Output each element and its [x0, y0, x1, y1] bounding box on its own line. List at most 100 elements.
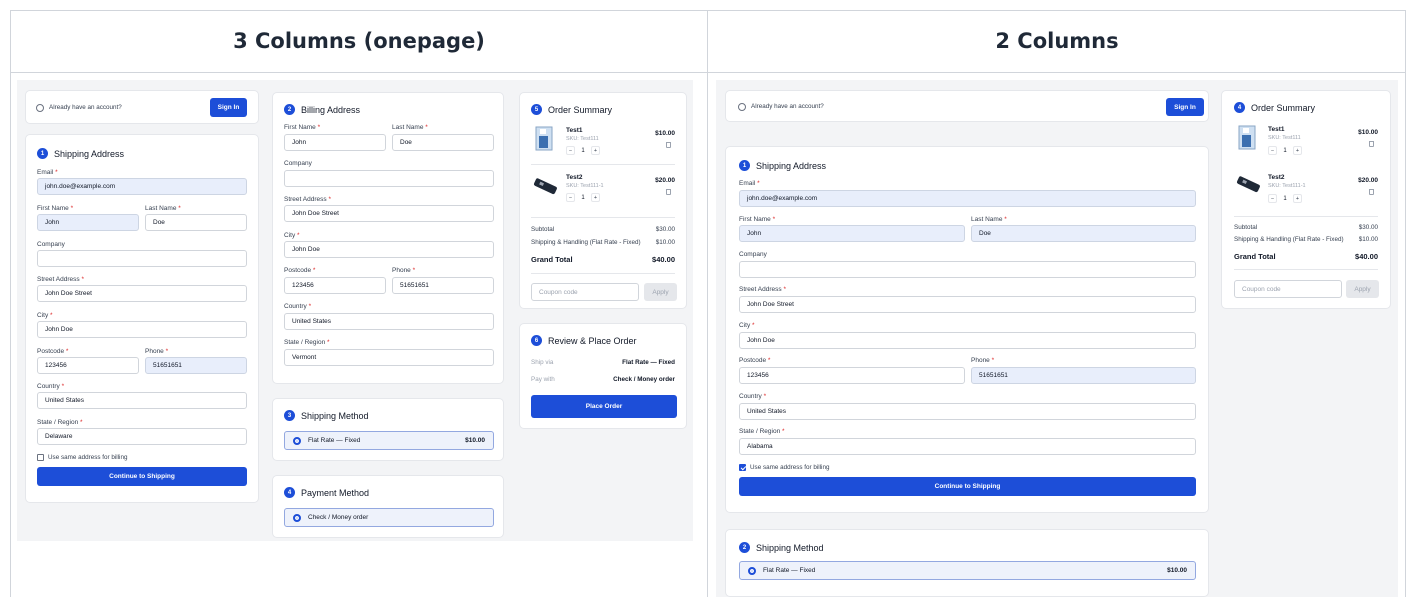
- continue-shipping-button[interactable]: Continue to Shipping: [739, 477, 1196, 496]
- region-select[interactable]: Alabama: [739, 438, 1196, 455]
- subtotal-label: Subtotal: [531, 226, 555, 233]
- country-select[interactable]: United States: [37, 392, 247, 409]
- apply-coupon-button[interactable]: Apply: [644, 283, 677, 301]
- qty-plus-button[interactable]: +: [1293, 194, 1302, 203]
- shipping-address-card: 1 Shipping Address Email * john.doe@examp…: [25, 134, 259, 503]
- billing-first-field[interactable]: John: [284, 134, 386, 151]
- first-name-field[interactable]: John: [37, 214, 139, 231]
- product-thumbnail-test2: [533, 178, 557, 195]
- street-field[interactable]: John Doe Street: [37, 285, 247, 302]
- trash-icon[interactable]: [1369, 189, 1374, 195]
- street-field[interactable]: John Doe Street: [739, 296, 1196, 313]
- user-icon: [36, 104, 44, 112]
- radio-selected-icon: [748, 566, 756, 575]
- region-select[interactable]: Delaware: [37, 428, 247, 445]
- item-sku: SKU: Test111-1: [1268, 183, 1306, 189]
- same-billing-checkbox[interactable]: [37, 454, 44, 461]
- order-summary-heading: 5 Order Summary: [531, 104, 612, 115]
- trash-icon[interactable]: [666, 189, 671, 195]
- place-order-button[interactable]: Place Order: [531, 395, 677, 418]
- subtotal-label: Subtotal: [1234, 224, 1258, 231]
- item-sku: SKU: Test111: [1268, 135, 1301, 141]
- region-label: State / Region *: [37, 419, 83, 426]
- shipping-handling-value: $10.00: [1358, 236, 1378, 243]
- item-name: Test2: [566, 174, 583, 181]
- flat-rate-option[interactable]: Flat Rate — Fixed $10.00: [284, 431, 494, 450]
- payment-method-heading: 4 Payment Method: [284, 487, 369, 498]
- same-billing-checkbox[interactable]: [739, 464, 746, 471]
- billing-company-field[interactable]: [284, 170, 494, 187]
- company-field[interactable]: [37, 250, 247, 267]
- apply-coupon-button[interactable]: Apply: [1346, 280, 1379, 298]
- item-price: $10.00: [655, 130, 675, 137]
- trash-icon[interactable]: [1369, 141, 1374, 147]
- phone-field[interactable]: 51651651: [971, 367, 1196, 384]
- email-field[interactable]: john.doe@example.com: [37, 178, 247, 195]
- qty-value[interactable]: 1: [1280, 146, 1290, 155]
- country-label: Country *: [739, 393, 767, 400]
- shipping-address-card: 1 Shipping Address Email * john.doe@examp…: [725, 146, 1209, 513]
- first-name-field[interactable]: John: [739, 225, 965, 242]
- billing-country-label: Country *: [284, 303, 312, 310]
- radio-selected-icon: [293, 513, 301, 522]
- last-name-field[interactable]: Doe: [145, 214, 247, 231]
- billing-street-field[interactable]: John Doe Street: [284, 205, 494, 222]
- company-label: Company: [739, 251, 767, 258]
- flat-rate-option[interactable]: Flat Rate — Fixed $10.00: [739, 561, 1196, 580]
- sign-in-button[interactable]: Sign In: [210, 98, 247, 117]
- postcode-field[interactable]: 123456: [37, 357, 139, 374]
- frame-right: [1405, 10, 1406, 597]
- trash-icon[interactable]: [666, 142, 671, 148]
- email-label: Email *: [739, 180, 760, 187]
- last-name-field[interactable]: Doe: [971, 225, 1196, 242]
- billing-city-field[interactable]: John Doe: [284, 241, 494, 258]
- qty-minus-button[interactable]: −: [1268, 146, 1277, 155]
- country-select[interactable]: United States: [739, 403, 1196, 420]
- billing-last-field[interactable]: Doe: [392, 134, 494, 151]
- quantity-stepper: − 1 +: [1268, 146, 1302, 155]
- step-badge: 2: [739, 542, 750, 553]
- billing-postcode-field[interactable]: 123456: [284, 277, 386, 294]
- frame-divider: [707, 10, 708, 597]
- city-field[interactable]: John Doe: [37, 321, 247, 338]
- left-column-title: 3 Columns (onepage): [233, 29, 485, 53]
- grand-total-label: Grand Total: [1234, 252, 1276, 261]
- step-badge: 2: [284, 104, 295, 115]
- right-column-title: 2 Columns: [995, 29, 1119, 53]
- billing-region-select[interactable]: Vermont: [284, 349, 494, 366]
- phone-field[interactable]: 51651651: [145, 357, 247, 374]
- qty-value[interactable]: 1: [578, 146, 588, 155]
- qty-value[interactable]: 1: [1280, 194, 1290, 203]
- city-field[interactable]: John Doe: [739, 332, 1196, 349]
- continue-shipping-button[interactable]: Continue to Shipping: [37, 467, 247, 486]
- qty-minus-button[interactable]: −: [1268, 194, 1277, 203]
- shipping-address-title: Shipping Address: [756, 160, 827, 171]
- qty-value[interactable]: 1: [578, 193, 588, 202]
- email-label: Email *: [37, 169, 58, 176]
- email-field[interactable]: john.doe@example.com: [739, 190, 1196, 207]
- shipping-method-card: 3 Shipping Method Flat Rate — Fixed $10.0…: [272, 398, 504, 461]
- coupon-input[interactable]: Coupon code: [531, 283, 639, 301]
- review-heading: 6 Review & Place Order: [531, 335, 637, 346]
- account-card: Already have an account? Sign In: [25, 90, 259, 124]
- billing-last-label: Last Name *: [392, 124, 428, 131]
- qty-minus-button[interactable]: −: [566, 193, 575, 202]
- check-money-order-option[interactable]: Check / Money order: [284, 508, 494, 527]
- coupon-input[interactable]: Coupon code: [1234, 280, 1342, 298]
- qty-plus-button[interactable]: +: [1293, 146, 1302, 155]
- postcode-field[interactable]: 123456: [739, 367, 965, 384]
- shipping-handling-label: Shipping & Handling (Flat Rate - Fixed): [1234, 236, 1344, 243]
- shipping-address-title: Shipping Address: [54, 148, 125, 159]
- sign-in-button[interactable]: Sign In: [1166, 98, 1204, 116]
- billing-first-label: First Name *: [284, 124, 321, 131]
- company-field[interactable]: [739, 261, 1196, 278]
- same-billing-label: Use same address for billing: [48, 454, 128, 461]
- step-badge: 1: [739, 160, 750, 171]
- billing-phone-field[interactable]: 51651651: [392, 277, 494, 294]
- qty-plus-button[interactable]: +: [591, 193, 600, 202]
- payment-method-card: 4 Payment Method Check / Money order: [272, 475, 504, 538]
- subtotal-value: $30.00: [1358, 224, 1378, 231]
- qty-minus-button[interactable]: −: [566, 146, 575, 155]
- qty-plus-button[interactable]: +: [591, 146, 600, 155]
- billing-country-select[interactable]: United States: [284, 313, 494, 330]
